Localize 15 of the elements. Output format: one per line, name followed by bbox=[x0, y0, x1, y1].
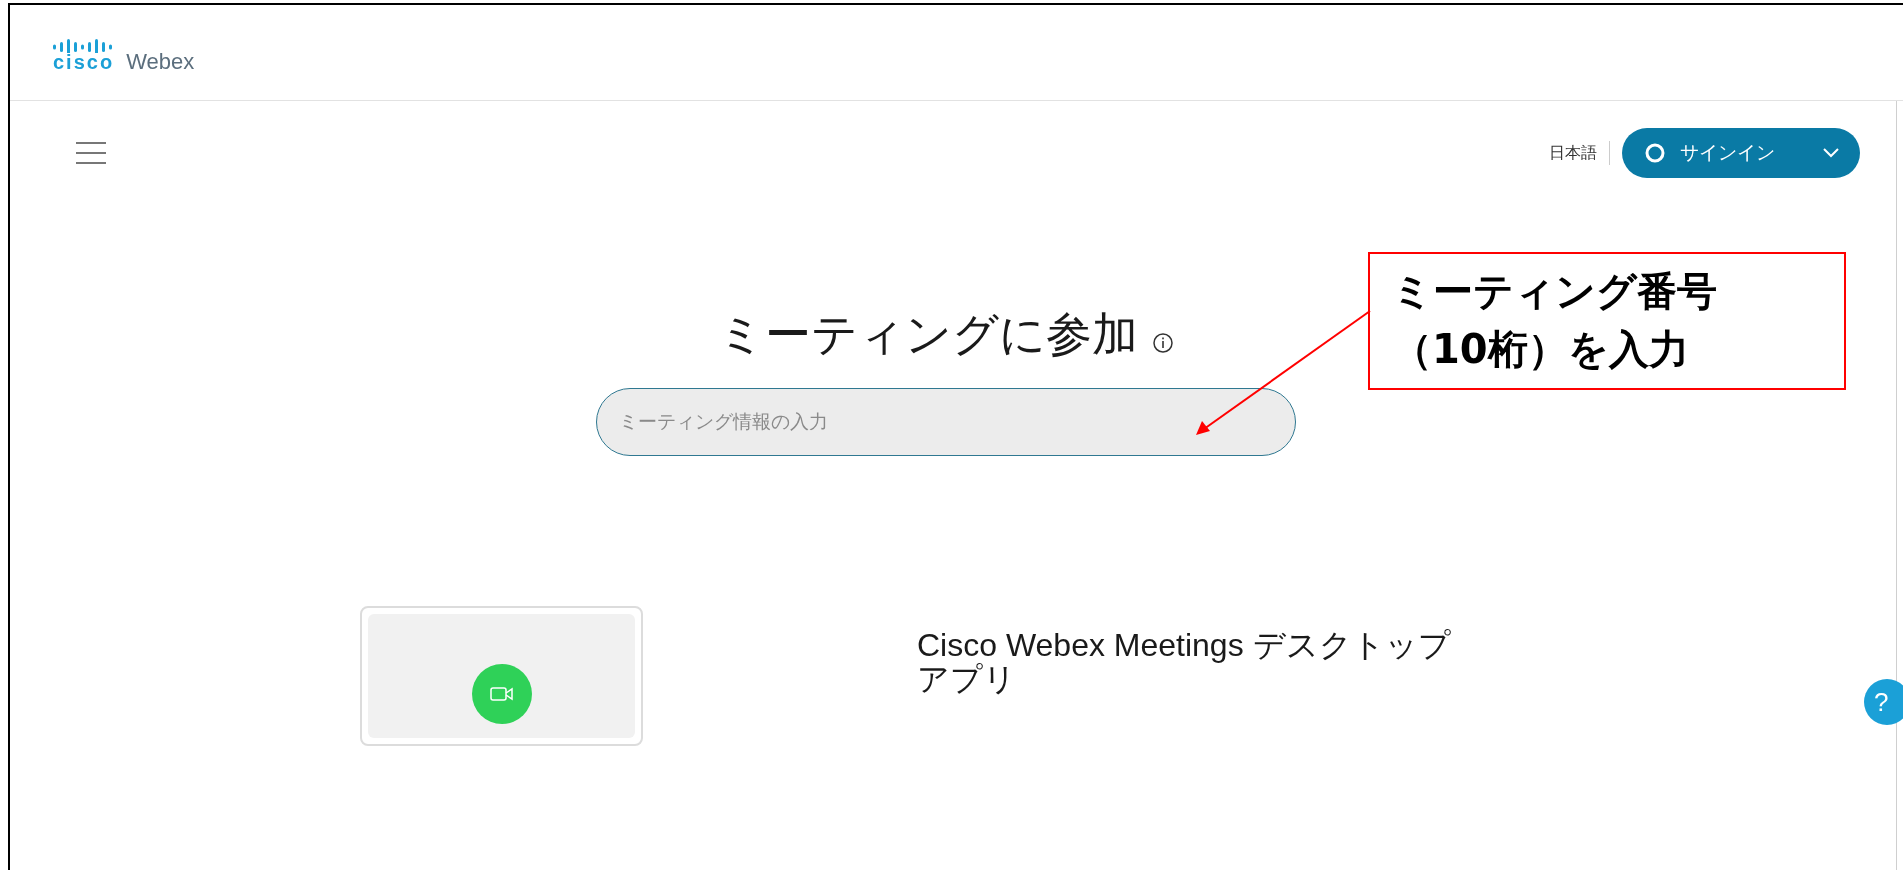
callout-text: （10桁）を入力 bbox=[1392, 325, 1690, 374]
meeting-info-field[interactable]: ミーティング情報の入力 bbox=[596, 387, 1296, 456]
help-button[interactable]: ? bbox=[1864, 679, 1903, 725]
page-title: ミーティングに参加 bbox=[718, 307, 1138, 362]
info-icon[interactable] bbox=[1152, 331, 1174, 354]
logo-wordmark: cisco bbox=[53, 51, 115, 72]
chevron-down-icon bbox=[1822, 147, 1840, 159]
language-link[interactable]: 日本語 bbox=[1549, 141, 1610, 165]
signin-button[interactable]: サインイン bbox=[1622, 128, 1860, 178]
logo-product-name: Webex bbox=[126, 50, 195, 73]
app-section-title: アプリ bbox=[917, 661, 1017, 696]
app-section-title: Cisco Webex Meetings デスクトップ bbox=[917, 627, 1451, 662]
callout-text: ミーティング番号 bbox=[1392, 267, 1718, 316]
webex-ring-icon bbox=[1644, 142, 1666, 164]
menu-button[interactable] bbox=[76, 140, 106, 166]
